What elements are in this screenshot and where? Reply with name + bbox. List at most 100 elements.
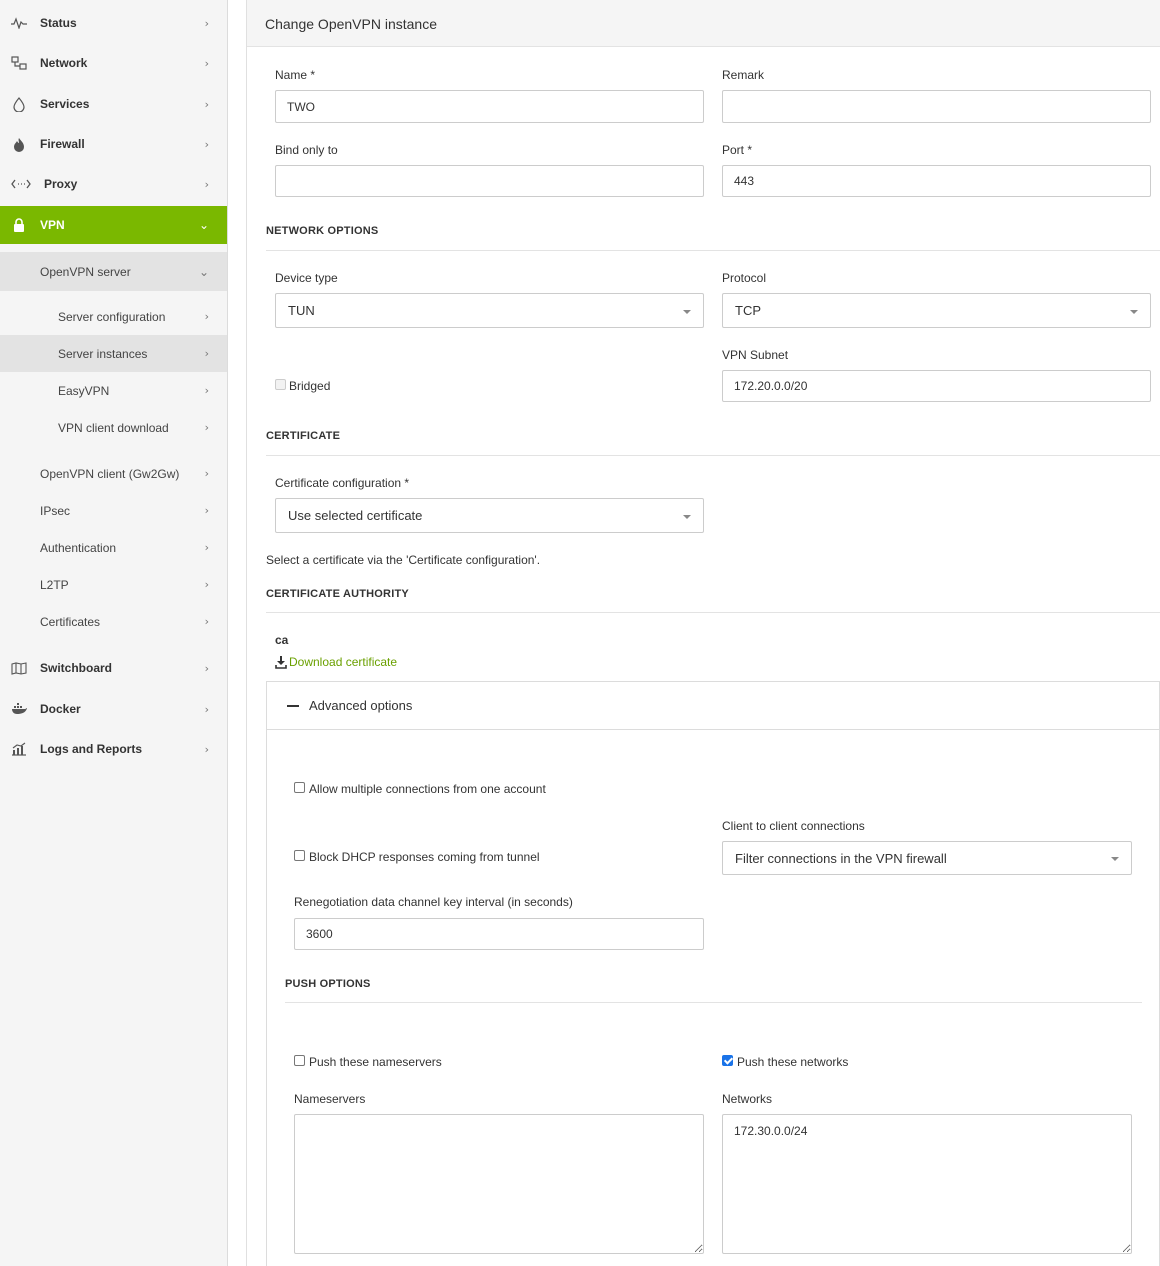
sidebar-item-server-instances[interactable]: Server instances › (0, 335, 227, 372)
sidebar-item-switchboard[interactable]: Switchboard › (0, 648, 227, 688)
device-type-value: TUN (288, 303, 315, 318)
device-type-label: Device type (275, 271, 338, 285)
divider (266, 250, 1160, 251)
divider (285, 1002, 1142, 1003)
chevron-right-icon: › (204, 384, 209, 397)
chevron-right-icon: › (204, 16, 209, 30)
chevron-right-icon: › (204, 56, 209, 70)
chevron-right-icon: › (204, 137, 209, 151)
vpn-subnet-input[interactable] (722, 370, 1151, 402)
remark-label: Remark (722, 68, 765, 82)
sidebar-item-label: Server configuration (58, 309, 166, 324)
bridged-checkbox[interactable] (275, 379, 286, 390)
cert-hint: Select a certificate via the 'Certificat… (266, 553, 541, 567)
push-networks-checkbox[interactable] (722, 1055, 733, 1066)
block-dhcp-label: Block DHCP responses coming from tunnel (309, 850, 540, 864)
chevron-right-icon: › (204, 177, 209, 191)
chevron-right-icon: › (204, 347, 209, 360)
drop-icon (11, 96, 27, 112)
protocol-select[interactable]: TCP (722, 293, 1151, 328)
sidebar-item-certificates[interactable]: Certificates › (0, 603, 227, 640)
sidebar-item-vpn[interactable]: VPN ⌄ (0, 206, 227, 244)
push-options-heading: PUSH OPTIONS (285, 978, 371, 990)
sidebar-item-label: Firewall (40, 137, 85, 151)
sidebar-item-label: Switchboard (40, 661, 113, 675)
c2c-value: Filter connections in the VPN firewall (735, 850, 947, 866)
port-input[interactable] (722, 165, 1151, 197)
sidebar-item-ipsec[interactable]: IPsec › (0, 492, 227, 529)
name-input[interactable] (275, 90, 704, 123)
block-dhcp-checkbox[interactable] (294, 850, 305, 861)
protocol-label: Protocol (722, 271, 767, 285)
chevron-right-icon: › (204, 742, 209, 756)
sidebar-item-server-configuration[interactable]: Server configuration › (0, 298, 227, 335)
multi-connections-checkbox[interactable] (294, 782, 305, 793)
network-options-heading: NETWORK OPTIONS (266, 225, 379, 237)
sidebar-item-label: Server instances (58, 346, 148, 361)
chevron-right-icon: › (204, 661, 209, 675)
sidebar-item-label: Status (40, 16, 77, 30)
push-nameservers-checkbox[interactable] (294, 1055, 305, 1066)
sidebar-item-label: EasyVPN (58, 383, 110, 398)
nameservers-textarea[interactable] (294, 1114, 704, 1254)
chart-icon (11, 741, 27, 757)
sidebar-item-status[interactable]: Status › (0, 3, 227, 43)
sidebar-item-label: OpenVPN client (Gw2Gw) (40, 466, 180, 481)
ca-heading: CERTIFICATE AUTHORITY (266, 588, 409, 600)
download-certificate-label: Download certificate (289, 655, 398, 669)
chevron-right-icon: › (204, 421, 209, 434)
remark-input[interactable] (722, 90, 1151, 123)
chevron-right-icon: › (204, 615, 209, 628)
flame-icon (11, 136, 27, 152)
sidebar-item-logs-and-reports[interactable]: Logs and Reports › (0, 729, 227, 769)
chevron-right-icon: › (204, 97, 209, 111)
divider (266, 612, 1160, 613)
vpn-subnet-label: VPN Subnet (722, 348, 789, 362)
sidebar-item-proxy[interactable]: Proxy › (0, 164, 227, 204)
sidebar-item-label: L2TP (40, 577, 69, 592)
bridged-label: Bridged (289, 379, 331, 393)
sidebar-item-docker[interactable]: Docker › (0, 689, 227, 729)
main-panel: Change OpenVPN instance Name * Remark Bi… (246, 0, 1160, 1266)
reneg-input[interactable] (294, 918, 704, 950)
push-networks-label: Push these networks (737, 1055, 849, 1069)
cert-config-select[interactable]: Use selected certificate (275, 498, 704, 533)
chevron-right-icon: › (204, 578, 209, 591)
device-type-select[interactable]: TUN (275, 293, 704, 328)
proxy-arrows-icon (10, 176, 32, 192)
sidebar-item-label: Logs and Reports (40, 742, 143, 756)
sidebar-item-vpn-client-download[interactable]: VPN client download › (0, 409, 227, 446)
chevron-right-icon: › (204, 702, 209, 716)
sidebar-item-label: Services (40, 97, 90, 111)
protocol-value: TCP (735, 303, 761, 318)
chevron-down-icon: ⌄ (198, 218, 209, 232)
sidebar-item-label: Certificates (40, 614, 101, 629)
docker-icon (11, 701, 27, 717)
networks-textarea[interactable]: 172.30.0.0/24 (722, 1114, 1132, 1254)
reneg-label: Renegotiation data channel key interval … (294, 895, 573, 909)
download-icon (275, 655, 289, 669)
sidebar-item-firewall[interactable]: Firewall › (0, 124, 227, 164)
c2c-select[interactable]: Filter connections in the VPN firewall (722, 841, 1132, 875)
sidebar-item-l2tp[interactable]: L2TP › (0, 566, 227, 603)
sidebar-item-authentication[interactable]: Authentication › (0, 529, 227, 566)
sidebar: Status › Network › Services › Firewall ›… (0, 0, 228, 1266)
certificate-heading: CERTIFICATE (266, 430, 341, 442)
advanced-options-toggle[interactable]: Advanced options (267, 682, 1159, 730)
page-header: Change OpenVPN instance (247, 0, 1160, 47)
download-certificate-link[interactable]: Download certificate (275, 655, 397, 669)
cert-config-value: Use selected certificate (288, 508, 423, 523)
bind-input[interactable] (275, 165, 704, 197)
c2c-label: Client to client connections (722, 819, 865, 833)
sidebar-item-easyvpn[interactable]: EasyVPN › (0, 372, 227, 409)
caret-down-icon (1111, 857, 1119, 861)
sidebar-item-openvpn-server[interactable]: OpenVPN server ⌄ (0, 252, 227, 291)
sidebar-item-network[interactable]: Network › (0, 43, 227, 83)
sidebar-item-services[interactable]: Services › (0, 84, 227, 124)
bind-label: Bind only to (275, 143, 338, 157)
port-label: Port * (722, 143, 753, 157)
push-nameservers-label: Push these nameservers (309, 1055, 442, 1069)
sidebar-item-label: IPsec (40, 503, 71, 518)
sidebar-item-openvpn-client[interactable]: OpenVPN client (Gw2Gw) › (0, 455, 227, 492)
network-icon (11, 55, 27, 71)
